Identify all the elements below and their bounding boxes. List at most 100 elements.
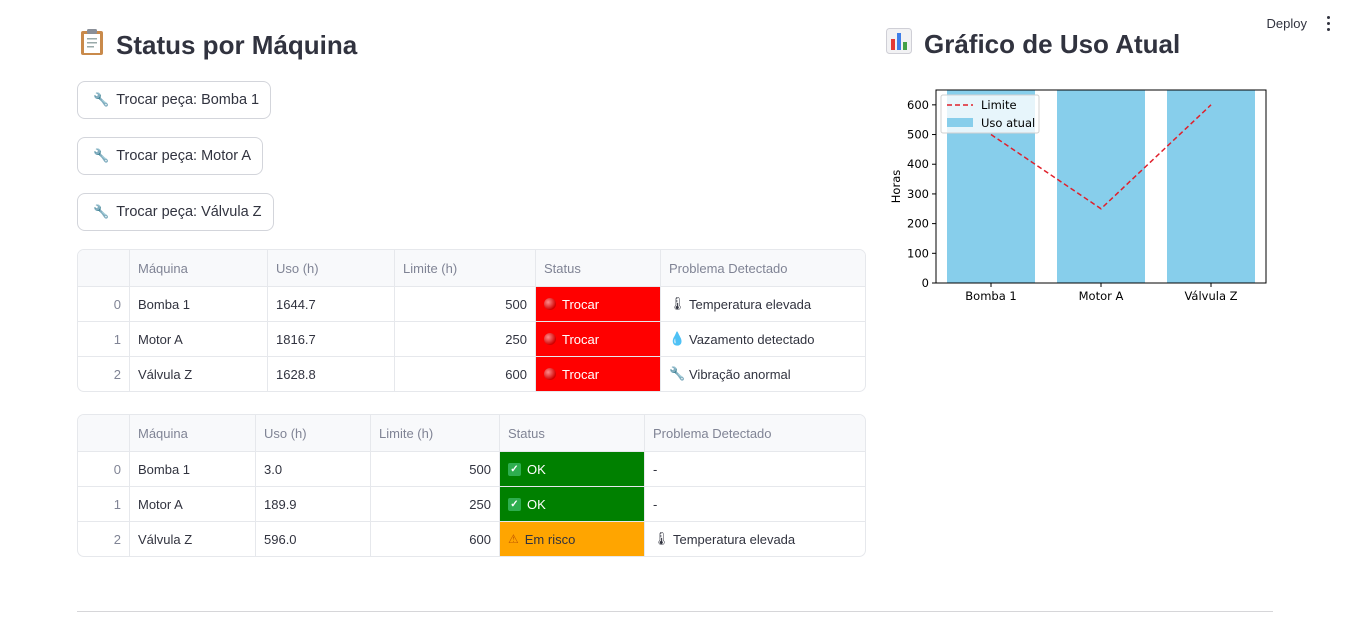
header-uso[interactable]: Uso (h) bbox=[255, 415, 370, 451]
status-table-current: Máquina Uso (h) Limite (h) Status Proble… bbox=[77, 414, 866, 557]
legend-label: Limite bbox=[981, 98, 1017, 112]
y-tick-label: 300 bbox=[907, 187, 929, 201]
x-tick-label: Válvula Z bbox=[1184, 289, 1237, 303]
wrench-icon: 🔧 bbox=[93, 148, 110, 163]
status-text: Trocar bbox=[562, 366, 600, 382]
cell-uso[interactable]: 1628.8 bbox=[267, 357, 394, 391]
status-text: OK bbox=[527, 461, 546, 477]
row-index: 0 bbox=[113, 296, 121, 312]
cell-status[interactable]: Trocar bbox=[535, 287, 660, 321]
cell-limite[interactable]: 250 bbox=[394, 322, 535, 356]
cell-limite[interactable]: 600 bbox=[370, 522, 499, 556]
status-text: Em risco bbox=[524, 531, 576, 547]
cell-problema[interactable]: 🌡 Temperatura elevada bbox=[644, 522, 865, 556]
y-tick-label: 100 bbox=[907, 246, 929, 260]
replace-part-valvula-z-button[interactable]: 🔧 Trocar peça: Válvula Z bbox=[77, 193, 274, 231]
table-row: 2 Válvula Z 1628.8 600 Trocar 🔧 Vibração … bbox=[78, 356, 865, 391]
cell-status[interactable]: ✓ OK bbox=[499, 452, 644, 486]
thermometer-icon: 🌡 bbox=[653, 531, 670, 546]
red-circle-icon bbox=[544, 333, 556, 345]
chart-title: Gráfico de Uso Atual bbox=[886, 28, 1180, 61]
button-label: Trocar peça: Bomba 1 bbox=[116, 92, 260, 108]
header-limite[interactable]: Limite (h) bbox=[394, 250, 535, 286]
replace-part-motor-a-button[interactable]: 🔧 Trocar peça: Motor A bbox=[77, 137, 264, 175]
check-icon: ✓ bbox=[508, 462, 521, 476]
cell-maquina[interactable]: Bomba 1 bbox=[129, 452, 255, 486]
header-status[interactable]: Status bbox=[535, 250, 660, 286]
table-row: 0 Bomba 1 3.0 500 ✓ OK - bbox=[78, 451, 865, 486]
status-table-replace: Máquina Uso (h) Limite (h) Status Proble… bbox=[77, 249, 866, 392]
cell-uso[interactable]: 1644.7 bbox=[267, 287, 394, 321]
cell-limite[interactable]: 600 bbox=[394, 357, 535, 391]
warning-icon: ⚠ bbox=[508, 532, 519, 546]
cell-uso[interactable]: 1816.7 bbox=[267, 322, 394, 356]
problema-text: Vazamento detectado bbox=[689, 331, 815, 347]
legend-bar-swatch bbox=[947, 118, 973, 127]
table-row: 2 Válvula Z 596.0 600 ⚠ Em risco 🌡 Tempera… bbox=[78, 521, 865, 556]
header-maquina[interactable]: Máquina bbox=[129, 250, 267, 286]
chart-bar bbox=[1167, 90, 1255, 283]
replace-part-bomba-1-button[interactable]: 🔧 Trocar peça: Bomba 1 bbox=[77, 81, 272, 119]
usage-bar-chart: 0 100 200 300 400 500 600 Bomba 1 Motor A Válvula… bbox=[889, 89, 1267, 303]
row-index: 1 bbox=[113, 496, 121, 512]
cell-limite[interactable]: 250 bbox=[370, 487, 499, 521]
button-label: Trocar peça: Válvula Z bbox=[116, 204, 262, 220]
header-problema[interactable]: Problema Detectado bbox=[660, 250, 865, 286]
y-axis-label: Horas bbox=[889, 170, 903, 203]
header-status[interactable]: Status bbox=[499, 415, 644, 451]
y-tick-label: 0 bbox=[922, 276, 929, 290]
cell-problema[interactable]: 🔧 Vibração anormal bbox=[660, 357, 865, 391]
row-index: 1 bbox=[113, 331, 121, 347]
droplet-icon: 💧 bbox=[669, 331, 686, 346]
divider bbox=[77, 611, 1273, 612]
status-text: Trocar bbox=[562, 331, 600, 347]
cell-limite[interactable]: 500 bbox=[370, 452, 499, 486]
cell-uso[interactable]: 3.0 bbox=[255, 452, 370, 486]
header-limite[interactable]: Limite (h) bbox=[370, 415, 499, 451]
status-text: OK bbox=[527, 496, 546, 512]
cell-problema[interactable]: - bbox=[644, 452, 865, 486]
wrench-icon: 🔧 bbox=[669, 366, 686, 381]
cell-maquina[interactable]: Motor A bbox=[129, 487, 255, 521]
page-title-status: Status por Máquina bbox=[80, 28, 357, 63]
cell-problema[interactable]: 🌡 Temperatura elevada bbox=[660, 287, 865, 321]
header-problema[interactable]: Problema Detectado bbox=[644, 415, 865, 451]
x-tick-label: Motor A bbox=[1079, 289, 1124, 303]
row-index: 0 bbox=[113, 461, 121, 477]
cell-status[interactable]: Trocar bbox=[535, 357, 660, 391]
header-maquina[interactable]: Máquina bbox=[129, 415, 255, 451]
cell-limite[interactable]: 500 bbox=[394, 287, 535, 321]
red-circle-icon bbox=[544, 368, 556, 380]
deploy-button[interactable]: Deploy bbox=[1267, 16, 1307, 31]
y-tick-label: 200 bbox=[907, 217, 929, 231]
check-icon: ✓ bbox=[508, 497, 521, 511]
y-tick-label: 600 bbox=[907, 98, 929, 112]
problema-text: Temperatura elevada bbox=[673, 531, 796, 547]
cell-maquina[interactable]: Válvula Z bbox=[129, 522, 255, 556]
cell-problema[interactable]: - bbox=[644, 487, 865, 521]
bar-chart-icon bbox=[886, 28, 912, 61]
cell-maquina[interactable]: Válvula Z bbox=[129, 357, 267, 391]
cell-status[interactable]: ✓ OK bbox=[499, 487, 644, 521]
red-circle-icon bbox=[544, 298, 556, 310]
y-tick-label: 500 bbox=[907, 128, 929, 142]
page-title-text: Status por Máquina bbox=[116, 30, 358, 60]
problema-text: Temperatura elevada bbox=[689, 296, 812, 312]
more-options-icon[interactable] bbox=[1321, 15, 1335, 31]
cell-maquina[interactable]: Motor A bbox=[129, 322, 267, 356]
cell-maquina[interactable]: Bomba 1 bbox=[129, 287, 267, 321]
cell-uso[interactable]: 596.0 bbox=[255, 522, 370, 556]
row-index: 2 bbox=[113, 366, 121, 382]
thermometer-icon: 🌡 bbox=[669, 296, 686, 311]
chart-title-text: Gráfico de Uso Atual bbox=[924, 29, 1181, 59]
clipboard-icon bbox=[80, 28, 104, 63]
cell-status[interactable]: Trocar bbox=[535, 322, 660, 356]
problema-text: Vibração anormal bbox=[689, 366, 791, 382]
cell-problema[interactable]: 💧 Vazamento detectado bbox=[660, 322, 865, 356]
chart-bar bbox=[1057, 90, 1145, 283]
cell-uso[interactable]: 189.9 bbox=[255, 487, 370, 521]
top-bar: Deploy bbox=[1267, 0, 1355, 46]
cell-status[interactable]: ⚠ Em risco bbox=[499, 522, 644, 556]
button-label: Trocar peça: Motor A bbox=[116, 148, 252, 164]
header-uso[interactable]: Uso (h) bbox=[267, 250, 394, 286]
